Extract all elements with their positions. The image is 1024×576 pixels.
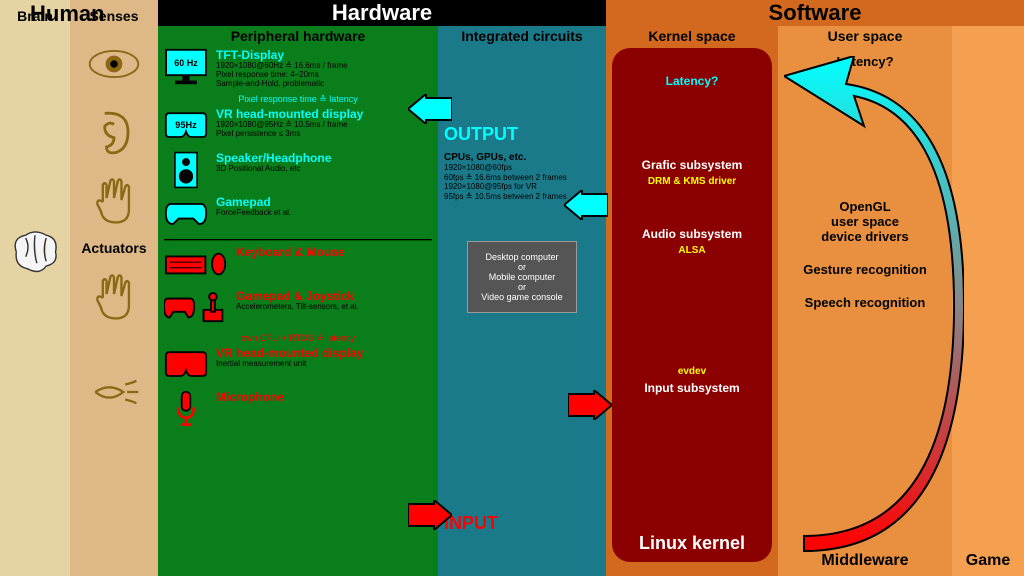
drm-driver: DRM & KMS driver — [618, 176, 766, 187]
gamepad-out-title: Gamepad — [216, 195, 432, 209]
io-loop-arrow — [784, 56, 964, 556]
actuators-label: Actuators — [70, 240, 158, 256]
input-subsys: Input subsystem — [618, 381, 766, 395]
software-column: Software Kernel space Latency? Grafic su… — [606, 0, 1024, 576]
kernel-box: Latency? Grafic subsystem DRM & KMS driv… — [612, 48, 772, 562]
vr-in-item: VR head-mounted displayInertial measurem… — [164, 346, 432, 384]
alsa: ALSA — [618, 245, 766, 256]
tft-display-item: 60 Hz TFT-Display1920×1080@60Hz ≙ 16.6ms… — [164, 48, 432, 88]
evdev: evdev — [618, 366, 766, 377]
arrow-output-1 — [408, 94, 452, 124]
brain-column: Brain — [0, 0, 70, 576]
gamepad-note: own CPU + RTOS ≙ latency — [164, 333, 432, 344]
arrow-output-2 — [564, 190, 608, 220]
mic-title: Microphone — [216, 390, 432, 404]
svg-text:60 Hz: 60 Hz — [174, 58, 198, 68]
speaker-sub: 3D Positional Audio, etc — [216, 165, 432, 174]
hardware-header: Hardware — [158, 0, 606, 26]
speaker-title: Speaker/Headphone — [216, 151, 432, 165]
ear-icon — [86, 104, 142, 160]
kbm-title: Keyboard & Mouse — [236, 245, 432, 259]
input-label: INPUT — [444, 513, 498, 534]
kernel-label: Kernel space — [610, 28, 774, 44]
linux-kernel-title: Linux kernel — [612, 533, 772, 554]
vr-in-title: VR head-mounted display — [216, 346, 432, 360]
gamepad-out-sub: ForceFeedback et al. — [216, 209, 432, 218]
vr-in-sub: Inertial measurement unit — [216, 360, 432, 369]
cpu-title: CPUs, GPUs, etc. — [444, 152, 600, 163]
kbm-item: Keyboard & Mouse — [164, 245, 432, 283]
vr-out-sub: 1920×1080@95Hz ≙ 10.5ms / frame Pixel pe… — [216, 121, 432, 139]
senses-column: Senses Actuators — [70, 0, 158, 576]
hand-sense-icon — [86, 172, 142, 228]
periph-label: Peripheral hardware — [164, 28, 432, 44]
gamepad-in-sub: Accelerometers, Tilt-sensors, et al. — [236, 303, 432, 312]
tft-note: Pixel response time ≙ latency — [164, 94, 432, 105]
desktop-box: Desktop computer or Mobile computer or V… — [467, 241, 577, 313]
mouth-icon — [86, 364, 142, 420]
peripheral-column: Peripheral hardware 60 Hz TFT-Display192… — [158, 26, 438, 576]
ic-column: Integrated circuits OUTPUT CPUs, GPUs, e… — [438, 26, 606, 576]
human-column: Human Brain Senses Actuators — [0, 0, 158, 576]
mic-item: Microphone — [164, 390, 432, 428]
gamepad-in-item: Gamepad & JoystickAccelerometers, Tilt-s… — [164, 289, 432, 327]
ic-label: Integrated circuits — [444, 28, 600, 44]
kernel-column: Kernel space Latency? Grafic subsystem D… — [606, 26, 778, 576]
tft-sub: 1920×1080@60Hz ≙ 16.6ms / frame Pixel re… — [216, 62, 432, 88]
arrow-input-2 — [408, 500, 452, 530]
gamepad-in-title: Gamepad & Joystick — [236, 289, 432, 303]
vr-out-title: VR head-mounted display — [216, 107, 432, 121]
output-label: OUTPUT — [444, 124, 518, 145]
kernel-latency: Latency? — [618, 74, 766, 88]
svg-text:95Hz: 95Hz — [175, 120, 197, 130]
gamepad-out-item: GamepadForceFeedback et al. — [164, 195, 432, 233]
graphic-subsys: Grafic subsystem — [618, 158, 766, 172]
arrow-input-1 — [568, 390, 612, 420]
human-header: Human — [30, 1, 105, 27]
brain-icon — [7, 224, 63, 280]
user-label: User space — [782, 28, 948, 44]
software-header: Software — [606, 0, 1024, 26]
hardware-column: Hardware Peripheral hardware 60 Hz TFT-D… — [158, 0, 606, 576]
vr-out-item: 95Hz VR head-mounted display1920×1080@95… — [164, 107, 432, 145]
audio-subsys: Audio subsystem — [618, 227, 766, 241]
eye-icon — [86, 36, 142, 92]
speaker-item: Speaker/Headphone3D Positional Audio, et… — [164, 151, 432, 189]
hand-actuator-icon — [86, 268, 142, 324]
tft-title: TFT-Display — [216, 48, 432, 62]
